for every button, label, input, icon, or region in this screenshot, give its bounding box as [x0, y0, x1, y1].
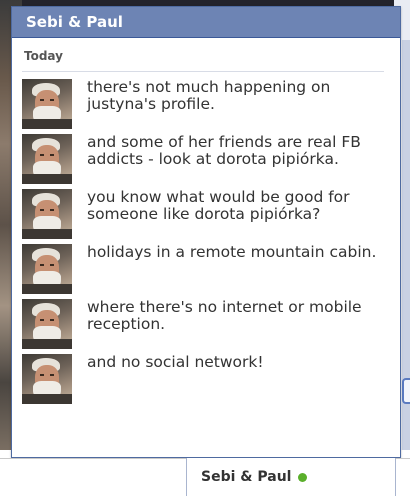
avatar[interactable]	[22, 189, 72, 239]
avatar[interactable]	[22, 79, 72, 129]
chat-titlebar[interactable]: Sebi & Paul	[12, 7, 400, 38]
message-text: and no social network!	[87, 353, 264, 371]
message-item: holidays in a remote mountain cabin.	[22, 244, 392, 294]
avatar[interactable]	[22, 299, 72, 349]
chat-tab-sebi-paul[interactable]: Sebi & Paul	[186, 458, 396, 496]
background-sidebar-tab	[402, 378, 410, 404]
avatar[interactable]	[22, 134, 72, 184]
message-text: you know what would be good for someone …	[87, 188, 350, 223]
message-item: you know what would be good for someone …	[22, 189, 392, 239]
conversation-pane[interactable]: Today there's not much happening on just…	[12, 38, 400, 404]
message-text: where there's no internet or mobile rece…	[87, 298, 362, 333]
avatar[interactable]	[22, 244, 72, 294]
day-separator: Today	[22, 38, 384, 72]
message-item: where there's no internet or mobile rece…	[22, 299, 392, 349]
online-status-icon	[298, 472, 308, 482]
chat-title: Sebi & Paul	[26, 13, 123, 31]
message-item: and some of her friends are real FB addi…	[22, 134, 392, 184]
message-text: holidays in a remote mountain cabin.	[87, 243, 377, 261]
chat-bar	[0, 458, 186, 496]
chat-tab-name: Sebi & Paul	[201, 469, 292, 485]
message-item: and no social network!	[22, 354, 392, 404]
chat-bar-right	[396, 458, 410, 496]
message-list: there's not much happening on justyna's …	[22, 72, 392, 404]
message-text: and some of her friends are real FB addi…	[87, 133, 361, 168]
avatar[interactable]	[22, 354, 72, 404]
message-item: there's not much happening on justyna's …	[22, 79, 392, 129]
chat-window: Sebi & Paul Today there's not much happe…	[11, 6, 401, 458]
message-text: there's not much happening on justyna's …	[87, 78, 331, 113]
